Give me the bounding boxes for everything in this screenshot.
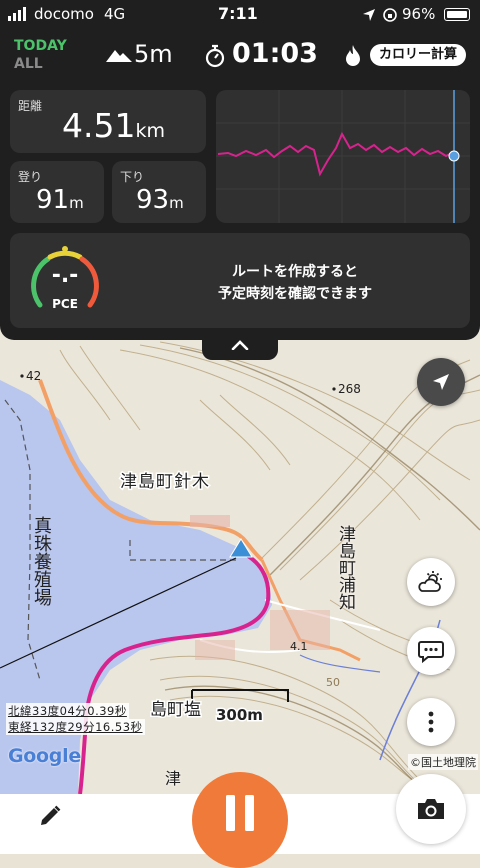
distance-number: 4.51 xyxy=(62,106,136,145)
map-label-point-41: 4.1 xyxy=(290,640,308,653)
distance-card: 距離 4.51km xyxy=(10,90,206,153)
locate-button[interactable] xyxy=(417,358,465,406)
status-bar: docomo 4G 7:11 96% xyxy=(0,0,480,30)
descent-label: 下り xyxy=(120,170,145,184)
longitude-readout: 東経132度29分16.53秒 xyxy=(6,719,145,735)
latitude-readout: 北緯33度04分0.39秒 xyxy=(6,703,129,719)
rotation-lock-icon xyxy=(383,8,397,22)
descent-value: 93m xyxy=(136,185,184,215)
battery-percent: 96% xyxy=(402,5,436,23)
clock: 7:11 xyxy=(218,4,258,23)
map-label-town-uranouchi: 津島町浦知 xyxy=(335,525,355,610)
signal-strength-icon xyxy=(8,7,26,21)
descent-card: 下り 93m xyxy=(112,161,206,223)
ascent-number: 91 xyxy=(36,185,70,215)
descent-number: 93 xyxy=(136,185,170,215)
map-label-scale: 300m xyxy=(216,706,263,724)
google-logo-text: Google xyxy=(8,745,81,767)
navigation-arrow-icon xyxy=(433,374,449,390)
map-attribution: ©国土地理院 xyxy=(408,754,478,770)
elevation-profile-line xyxy=(217,131,455,177)
chat-bubble-icon xyxy=(418,641,444,664)
map-label-town-shio: 島町塩 xyxy=(150,700,201,720)
distance-label: 距離 xyxy=(18,99,43,113)
elapsed-time: 01:03 xyxy=(232,38,318,69)
ascent-value: 91m xyxy=(36,185,84,215)
elevation-profile-graph xyxy=(216,90,470,223)
distance-value: 4.51km xyxy=(62,106,165,145)
elevation-value: 5m xyxy=(134,40,173,68)
mode-today-tab[interactable]: TODAY xyxy=(14,38,67,54)
ascent-card: 登り 91m xyxy=(10,161,104,223)
stopwatch-icon xyxy=(205,44,225,68)
map-label-town-harikoi: 津島町針木 xyxy=(120,472,210,492)
activity-panel: TODAY ALL 5m 01:03 カロリー計算 距離 4.51km 登り 9… xyxy=(0,0,480,340)
pace-gauge-value: -.- xyxy=(51,263,79,288)
mode-all-tab[interactable]: ALL xyxy=(14,56,43,72)
flame-icon xyxy=(346,45,360,66)
map-label-spot-height-42: 42 xyxy=(26,369,41,383)
pace-message-line2: 予定時刻を確認できます xyxy=(218,286,372,302)
location-arrow-icon xyxy=(363,9,375,21)
elevation-profile-card[interactable] xyxy=(216,90,470,223)
network-type: 4G xyxy=(104,5,126,23)
profile-cursor-dot xyxy=(448,150,460,162)
google-logo: Google xyxy=(8,745,81,767)
more-vertical-icon xyxy=(428,711,434,733)
pace-card[interactable]: -.- PCE ルートを作成すると 予定時刻を確認できます xyxy=(10,233,470,328)
more-button[interactable] xyxy=(407,698,455,746)
battery-icon xyxy=(444,8,470,21)
weather-icon xyxy=(418,571,442,592)
map-label-town-bottom: 津島 xyxy=(162,770,181,786)
map-label-spot-height-268: 268 xyxy=(338,382,361,396)
collapse-panel-handle[interactable] xyxy=(202,330,278,360)
weather-button[interactable] xyxy=(407,558,455,606)
mountain-icon xyxy=(106,50,132,62)
pace-message-line1: ルートを作成すると xyxy=(232,264,358,280)
map-label-pearl-farm: 真珠養殖場 xyxy=(31,516,52,606)
edit-button[interactable] xyxy=(24,794,76,838)
camera-button[interactable] xyxy=(396,774,466,844)
pause-icon xyxy=(226,795,254,831)
chat-button[interactable] xyxy=(407,627,455,675)
calorie-button[interactable]: カロリー計算 xyxy=(370,44,466,66)
distance-unit: km xyxy=(135,120,165,142)
descent-unit: m xyxy=(169,194,184,212)
camera-icon xyxy=(418,799,444,819)
ascent-unit: m xyxy=(69,194,84,212)
carrier-name: docomo xyxy=(34,5,94,23)
pace-gauge-label: PCE xyxy=(52,297,78,311)
map-label-contour-50: 50 xyxy=(326,676,340,689)
ascent-label: 登り xyxy=(18,170,43,184)
pencil-icon xyxy=(41,805,61,825)
chevron-up-icon xyxy=(231,340,249,350)
